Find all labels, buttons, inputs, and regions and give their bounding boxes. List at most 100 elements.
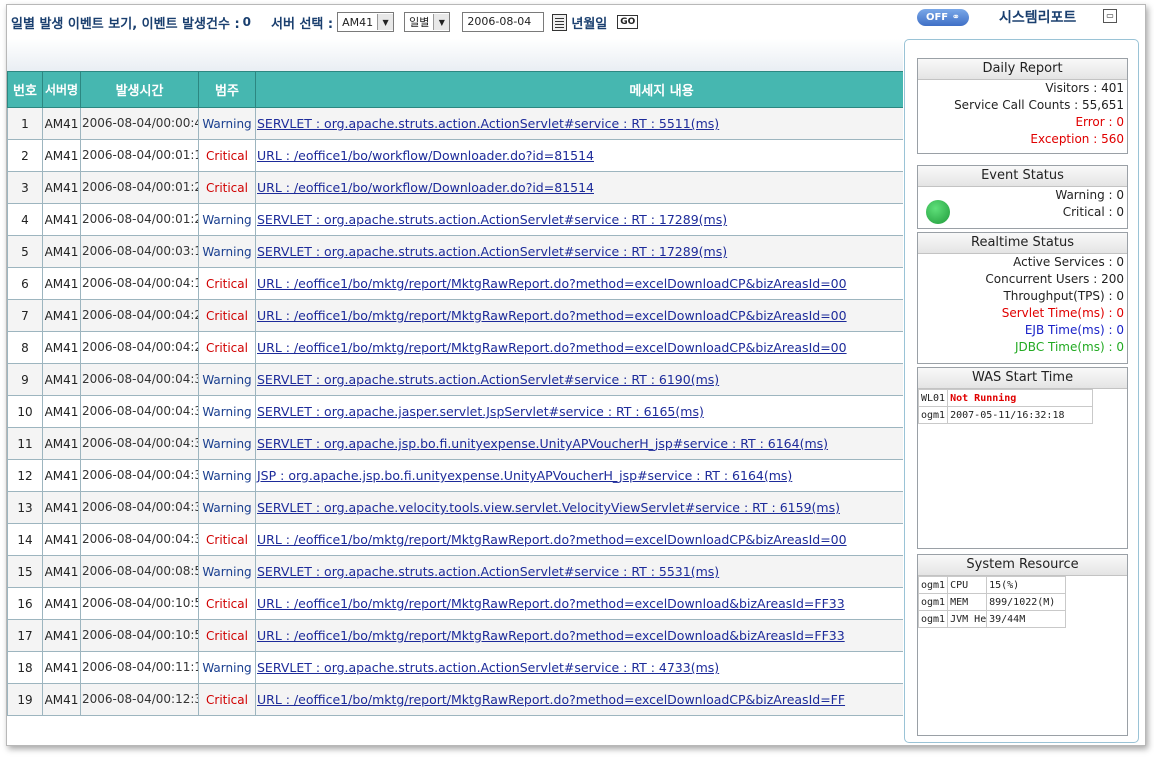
toolbar-spacer — [7, 39, 903, 72]
event-status-title: Event Status — [918, 166, 1127, 187]
toolbar: 일별 발생 이벤트 보기, 이벤트 발생건수 : 0 서버 선택 : AM41 … — [7, 5, 903, 39]
row-category: Critical — [198, 683, 256, 716]
message-link[interactable]: URL : /eoffice1/bo/mktg/report/MktgRawRe… — [257, 340, 847, 355]
table-row: 17AM412006-08-04/00:10:56:515CriticalURL… — [7, 619, 903, 652]
message-link[interactable]: SERVLET : org.apache.struts.action.Actio… — [257, 660, 719, 675]
row-number: 19 — [7, 683, 43, 716]
table-row: 14AM412006-08-04/00:04:31:500CriticalURL… — [7, 523, 903, 556]
period-select[interactable]: 일별 ▼ — [404, 12, 451, 32]
message-link[interactable]: SERVLET : org.apache.struts.action.Actio… — [257, 212, 727, 227]
row-message: SERVLET : org.apache.struts.action.Actio… — [255, 107, 903, 140]
message-link[interactable]: URL : /eoffice1/bo/mktg/report/MktgRawRe… — [257, 532, 847, 547]
event-table-body: 1AM412006-08-04/00:00:49:750WarningSERVL… — [7, 107, 903, 716]
row-message: URL : /eoffice1/bo/mktg/report/MktgRawRe… — [255, 331, 903, 364]
resource-metric: MEM — [947, 593, 988, 611]
date-unit-label: 년월일 — [571, 16, 608, 32]
table-row: 4AM412006-08-04/00:01:23:781WarningSERVL… — [7, 203, 903, 236]
resource-metric: CPU — [947, 576, 988, 594]
table-row: 16AM412006-08-04/00:10:51:515CriticalURL… — [7, 587, 903, 620]
header-no: 번호 — [7, 71, 43, 108]
message-link[interactable]: URL : /eoffice1/bo/mktg/report/MktgRawRe… — [257, 692, 845, 707]
message-link[interactable]: URL : /eoffice1/bo/mktg/report/MktgRawRe… — [257, 628, 845, 643]
realtime-status-box: Realtime Status Active Services : 0 Conc… — [917, 232, 1128, 364]
table-row: 8AM412006-08-04/00:04:26:500CriticalURL … — [7, 331, 903, 364]
was-start-time: 2007-05-11/16:32:18 — [947, 406, 1094, 424]
row-time: 2006-08-04/00:04:31:078 — [80, 491, 199, 524]
row-number: 12 — [7, 459, 43, 492]
message-link[interactable]: SERVLET : org.apache.jasper.servlet.JspS… — [257, 404, 704, 419]
row-message: URL : /eoffice1/bo/mktg/report/MktgRawRe… — [255, 587, 903, 620]
row-message: URL : /eoffice1/bo/workflow/Downloader.d… — [255, 171, 903, 204]
row-server: AM41 — [42, 171, 81, 204]
message-link[interactable]: URL : /eoffice1/bo/mktg/report/MktgRawRe… — [257, 308, 847, 323]
message-link[interactable]: URL : /eoffice1/bo/workflow/Downloader.d… — [257, 148, 594, 163]
message-link[interactable]: URL : /eoffice1/bo/workflow/Downloader.d… — [257, 180, 594, 195]
chevron-down-icon[interactable]: ▼ — [433, 14, 450, 30]
resource-value: 899/1022(M) — [986, 593, 1067, 611]
server-select-value: AM41 — [342, 15, 374, 29]
row-message: SERVLET : org.apache.struts.action.Actio… — [255, 363, 903, 396]
message-link[interactable]: SERVLET : org.apache.struts.action.Actio… — [257, 372, 719, 387]
message-link[interactable]: URL : /eoffice1/bo/mktg/report/MktgRawRe… — [257, 276, 847, 291]
row-server: AM41 — [42, 555, 81, 588]
row-number: 14 — [7, 523, 43, 556]
row-time: 2006-08-04/00:04:31:078 — [80, 459, 199, 492]
row-message: SERVLET : org.apache.struts.action.Actio… — [255, 651, 903, 684]
page-title: 일별 발생 이벤트 보기, 이벤트 발생건수 : — [11, 16, 240, 32]
row-message: URL : /eoffice1/bo/mktg/report/MktgRawRe… — [255, 523, 903, 556]
row-category: Warning — [198, 459, 256, 492]
resource-value: 39/44M — [986, 610, 1067, 628]
row-time: 2006-08-04/00:04:31:500 — [80, 523, 199, 556]
row-category: Warning — [198, 427, 256, 460]
row-server: AM41 — [42, 107, 81, 140]
chevron-down-icon[interactable]: ▼ — [377, 14, 394, 30]
go-button[interactable]: GO — [617, 15, 639, 29]
row-category: Critical — [198, 139, 256, 172]
message-link[interactable]: JSP : org.apache.jsp.bo.fi.unityexpense.… — [257, 468, 792, 483]
row-number: 4 — [7, 203, 43, 236]
row-time: 2006-08-04/00:04:26:500 — [80, 331, 199, 364]
row-number: 13 — [7, 491, 43, 524]
visitors-value: Visitors : 401 — [1045, 81, 1124, 95]
row-number: 15 — [7, 555, 43, 588]
row-number: 2 — [7, 139, 43, 172]
minimize-icon[interactable]: ▭ — [1103, 9, 1117, 23]
calendar-icon[interactable] — [552, 13, 568, 31]
row-server: AM41 — [42, 203, 81, 236]
system-resource-table: ogm1 CPU 15(%) ogm1 MEM 899/1022(M) ogm1… — [917, 576, 1067, 628]
exception-value: Exception : 560 — [1030, 132, 1124, 146]
row-message: URL : /eoffice1/bo/workflow/Downloader.d… — [255, 139, 903, 172]
message-link[interactable]: SERVLET : org.apache.struts.action.Actio… — [257, 564, 719, 579]
message-link[interactable]: SERVLET : org.apache.velocity.tools.view… — [257, 500, 840, 515]
row-category: Critical — [198, 587, 256, 620]
row-server: AM41 — [42, 299, 81, 332]
row-number: 17 — [7, 619, 43, 652]
header-category: 범주 — [198, 71, 256, 108]
row-category: Critical — [198, 619, 256, 652]
row-server: AM41 — [42, 587, 81, 620]
row-server: AM41 — [42, 619, 81, 652]
event-table-container[interactable]: 번호 서버명 발생시간 범주 메세지 내용 1 AM41 2006-08-04/00… — [7, 71, 903, 745]
row-time: 2006-08-04/00:08:50:890 — [80, 555, 199, 588]
row-time: 2006-08-04/00:04:31:078 — [80, 363, 199, 396]
message-link[interactable]: SERVLET : org.apache.struts.action.Actio… — [257, 116, 719, 131]
message-link[interactable]: SERVLET : org.apache.jsp.bo.fi.unityexpe… — [257, 436, 828, 451]
realtime-status-title: Realtime Status — [918, 233, 1127, 254]
server-select[interactable]: AM41 ▼ — [337, 12, 395, 32]
toggle-off-button[interactable]: OFF ⚭ — [917, 9, 969, 26]
table-row: 18AM412006-08-04/00:11:11:234WarningSERV… — [7, 651, 903, 684]
servlet-time: Servlet Time(ms) : 0 — [1001, 306, 1124, 320]
table-row: 5AM412006-08-04/00:03:11:671WarningSERVL… — [7, 235, 903, 268]
message-link[interactable]: URL : /eoffice1/bo/mktg/report/MktgRawRe… — [257, 596, 845, 611]
message-link[interactable]: SERVLET : org.apache.struts.action.Actio… — [257, 244, 727, 259]
row-number: 1 — [7, 107, 43, 140]
system-report-panel: Daily Report Visitors : 401 Service Call… — [904, 39, 1139, 743]
row-message: JSP : org.apache.jsp.bo.fi.unityexpense.… — [255, 459, 903, 492]
was-server: ogm1 — [917, 406, 949, 424]
event-count: 0 — [242, 15, 252, 29]
row-time: 2006-08-04/00:01:21:500 — [80, 171, 199, 204]
date-input[interactable]: 2006-08-04 — [462, 12, 545, 32]
row-message: SERVLET : org.apache.jsp.bo.fi.unityexpe… — [255, 427, 903, 460]
system-resource-title: System Resource — [918, 555, 1127, 576]
warning-count: Warning : 0 — [1055, 188, 1124, 202]
